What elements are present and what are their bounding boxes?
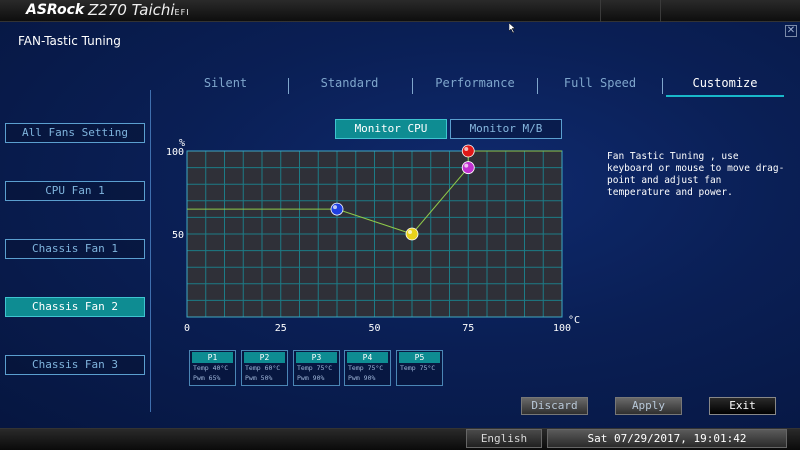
tab-performance[interactable]: Performance bbox=[416, 76, 534, 94]
mouse-cursor-icon bbox=[509, 23, 516, 33]
y-axis-label: % bbox=[179, 138, 185, 149]
tab-separator bbox=[288, 78, 289, 94]
tab-silent[interactable]: Silent bbox=[168, 76, 283, 94]
point-box-p5: P5 Temp 75°C bbox=[396, 350, 443, 386]
y-tick-label: 50 bbox=[172, 230, 184, 241]
sidebar-item-chassis-fan-3[interactable]: Chassis Fan 3 bbox=[5, 355, 145, 375]
datetime-display: Sat 07/29/2017, 19:01:42 bbox=[547, 429, 787, 448]
x-tick-label: 50 bbox=[368, 323, 380, 334]
point-box-p2: P2 Temp 60°C Pwm 50% bbox=[241, 350, 288, 386]
sidebar-divider bbox=[150, 90, 151, 412]
discard-button[interactable]: Discard bbox=[521, 397, 588, 415]
tab-full-speed[interactable]: Full Speed bbox=[541, 76, 659, 94]
point-box-temp: Temp 75°C bbox=[297, 364, 333, 372]
apply-button[interactable]: Apply bbox=[615, 397, 682, 415]
point-box-temp: Temp 60°C bbox=[245, 364, 281, 372]
tab-separator bbox=[537, 78, 538, 94]
sidebar-item-cpu-fan-1[interactable]: CPU Fan 1 bbox=[5, 181, 145, 201]
page-title: FAN-Tastic Tuning bbox=[18, 34, 121, 48]
drag-point-highlight bbox=[333, 205, 337, 210]
sidebar-item-all-fans-setting[interactable]: All Fans Setting bbox=[5, 123, 145, 143]
point-box-pwm: Pwm 65% bbox=[193, 374, 221, 382]
x-axis-label: °C bbox=[568, 315, 580, 326]
language-selector[interactable]: English bbox=[466, 429, 542, 448]
sidebar-item-chassis-fan-1[interactable]: Chassis Fan 1 bbox=[5, 239, 145, 259]
tab-separator bbox=[662, 78, 663, 94]
x-tick-label: 75 bbox=[462, 323, 474, 334]
point-box-temp: Temp 75°C bbox=[400, 364, 436, 372]
point-box-title: P4 bbox=[347, 352, 388, 363]
fan-curve-chart[interactable]: 0 25 50 75 10050100%°C bbox=[160, 136, 580, 336]
point-box-title: P5 bbox=[399, 352, 440, 363]
x-tick-label: 0 bbox=[184, 323, 190, 334]
drag-point-highlight bbox=[464, 163, 469, 168]
point-box-p4: P4 Temp 75°C Pwm 90% bbox=[344, 350, 391, 386]
top-bar: ASRock Z270 TaichiEFI bbox=[0, 0, 800, 22]
model-name: Z270 TaichiEFI bbox=[88, 1, 190, 19]
point-box-p1: P1 Temp 40°C Pwm 65% bbox=[189, 350, 236, 386]
close-icon[interactable]: ✕ bbox=[785, 25, 797, 37]
top-decoration bbox=[660, 0, 661, 22]
help-text: Fan Tastic Tuning , use keyboard or mous… bbox=[607, 151, 785, 198]
point-box-p3: P3 Temp 75°C Pwm 90% bbox=[293, 350, 340, 386]
exit-button[interactable]: Exit bbox=[709, 397, 776, 415]
point-box-temp: Temp 40°C bbox=[193, 364, 229, 372]
brand-logo: ASRock bbox=[26, 2, 85, 18]
tab-customize[interactable]: Customize bbox=[666, 76, 784, 94]
point-box-title: P3 bbox=[296, 352, 337, 363]
drag-point-p5[interactable] bbox=[461, 144, 475, 158]
sidebar-item-chassis-fan-2[interactable]: Chassis Fan 2 bbox=[5, 297, 145, 317]
point-box-title: P1 bbox=[192, 352, 233, 363]
model-suffix: EFI bbox=[174, 8, 190, 17]
drag-point-p1[interactable] bbox=[330, 202, 344, 216]
drag-point-highlight bbox=[408, 230, 412, 234]
drag-point-highlight bbox=[464, 147, 469, 151]
top-decoration bbox=[600, 0, 601, 22]
drag-point-p2[interactable] bbox=[405, 227, 419, 241]
tab-standard[interactable]: Standard bbox=[292, 76, 407, 94]
point-box-pwm: Pwm 50% bbox=[245, 374, 273, 382]
point-box-pwm: Pwm 90% bbox=[297, 374, 325, 382]
active-tab-underline bbox=[666, 95, 784, 97]
point-box-title: P2 bbox=[244, 352, 285, 363]
tab-separator bbox=[412, 78, 413, 94]
point-box-pwm: Pwm 90% bbox=[348, 374, 376, 382]
point-box-temp: Temp 75°C bbox=[348, 364, 384, 372]
drag-point-p4[interactable] bbox=[461, 161, 475, 175]
x-tick-label: 25 bbox=[275, 323, 287, 334]
